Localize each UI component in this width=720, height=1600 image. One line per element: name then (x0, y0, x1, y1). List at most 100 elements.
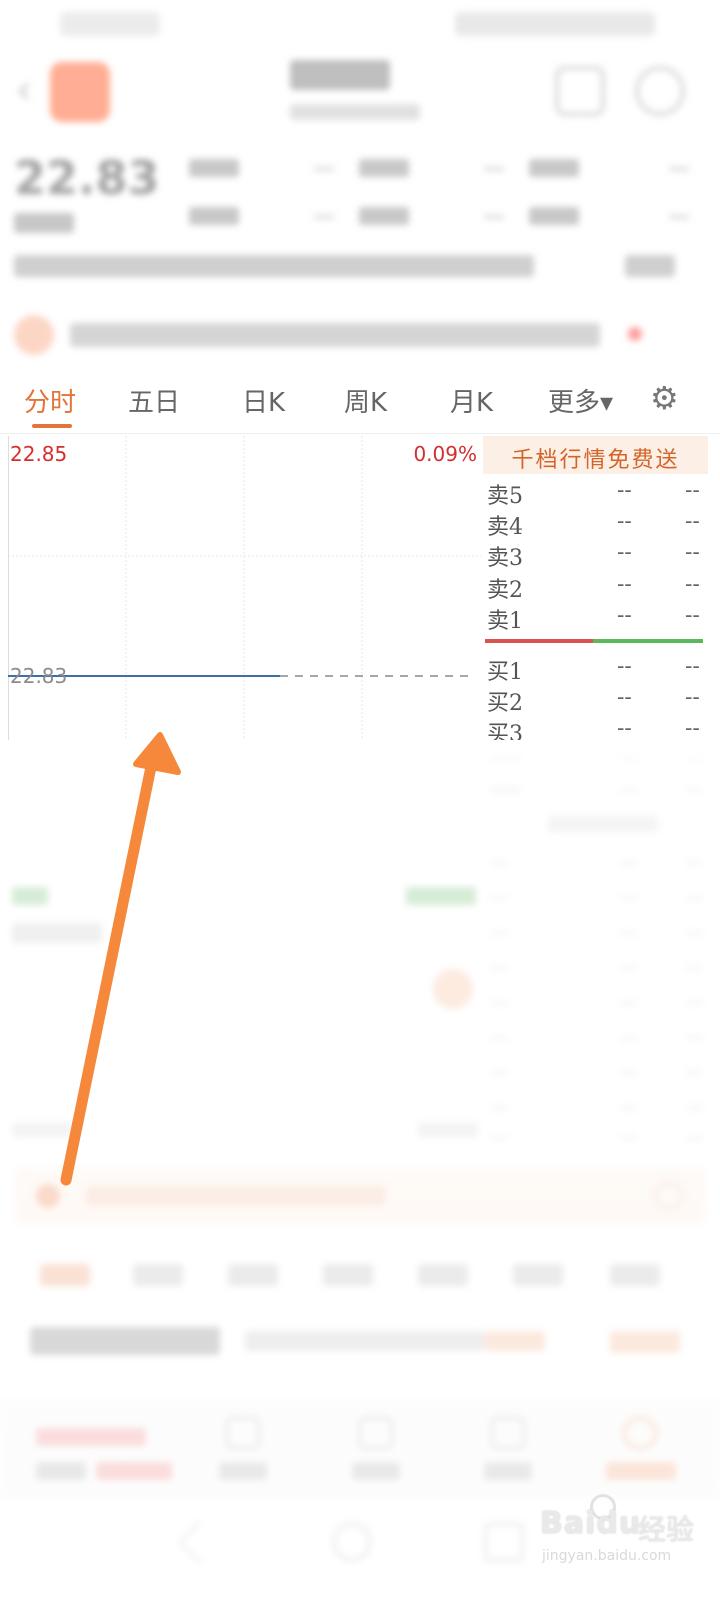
ask-volume: -- (685, 572, 700, 597)
time-start-label (12, 1123, 72, 1137)
ask-price: -- (617, 478, 632, 503)
ask-volume: -- (685, 540, 700, 565)
tab-daily-k[interactable]: 日K (242, 382, 285, 419)
status-bar (0, 0, 720, 50)
ask-price: -- (617, 540, 632, 565)
header: ‹ (0, 50, 720, 140)
chevron-right-icon (654, 1182, 684, 1210)
news-dot (628, 327, 642, 341)
ask-label: 卖2 (487, 578, 523, 603)
info-highlight (485, 1331, 545, 1351)
order-book: 千档行情免费送 卖5 -- -- 卖4 -- -- 卖3 -- -- 卖2 --… (483, 436, 708, 1151)
share-icon[interactable] (555, 66, 605, 116)
bottom-action-item[interactable] (348, 1416, 404, 1486)
watermark-brand: Baidu (540, 1506, 642, 1541)
intraday-chart[interactable]: 22.85 0.09% 22.83 (8, 436, 481, 751)
draw-tool-icon[interactable] (433, 969, 473, 1009)
tab-info[interactable] (418, 1264, 468, 1286)
tab-info[interactable] (228, 1264, 278, 1286)
ask-label: 卖1 (487, 609, 523, 634)
ask-row: 卖5 -- -- (487, 478, 707, 509)
action-icon (490, 1416, 526, 1450)
action-icon (622, 1416, 658, 1450)
pct-high-label: 0.09% (413, 442, 477, 466)
gear-icon[interactable]: ⚙ (650, 382, 679, 414)
tab-info[interactable] (610, 1264, 660, 1286)
bottom-action-item[interactable] (480, 1416, 536, 1486)
tab-intraday[interactable]: 分时 (24, 382, 76, 419)
time-end-label (418, 1123, 478, 1137)
bottom-action-item[interactable] (215, 1416, 271, 1486)
volume-label (12, 923, 102, 943)
ask-row: 卖4 -- -- (487, 509, 707, 540)
tab-five-day[interactable]: 五日 (128, 382, 180, 419)
tab-weekly-k[interactable]: 周K (344, 382, 387, 419)
news-icon (14, 315, 54, 355)
trade-detail-label[interactable] (548, 816, 658, 832)
ask-price: -- (617, 509, 632, 534)
ask-label: 卖5 (487, 484, 523, 509)
info-title (30, 1327, 220, 1355)
app-logo (50, 62, 110, 122)
volume-chart[interactable] (8, 751, 481, 1151)
info-tab-bar (0, 1250, 720, 1300)
info-desc (245, 1331, 485, 1351)
action-icon (358, 1416, 394, 1450)
bid-ask-divider (485, 639, 703, 643)
index-price (36, 1428, 146, 1446)
watermark-url: jingyan.baidu.com (542, 1548, 672, 1564)
tab-info[interactable] (323, 1264, 373, 1286)
tab-info[interactable] (513, 1264, 563, 1286)
ask-volume: -- (685, 509, 700, 534)
stat-row (14, 159, 704, 179)
news-text (70, 323, 600, 347)
tab-more[interactable]: 更多▾ (548, 382, 613, 419)
order-book-faded (483, 726, 708, 1151)
ask-row: 卖2 -- -- (487, 572, 707, 603)
promo-text: 千档行情免费送 (511, 448, 680, 473)
price-mid-label: 22.83 (10, 664, 68, 688)
tab-info-active[interactable] (40, 1264, 90, 1286)
low-pct-label (406, 887, 476, 905)
watermark: Baidu 经验 jingyan.baidu.com (540, 1494, 710, 1574)
ask-volume: -- (685, 478, 700, 503)
chart-grid (8, 436, 481, 751)
battery-time-status (455, 12, 655, 36)
price-high-label: 22.85 (10, 442, 68, 466)
megaphone-icon (36, 1184, 60, 1208)
info-action[interactable] (610, 1331, 680, 1353)
quote-summary: 22.83 (0, 145, 720, 295)
bid-price: -- (617, 654, 632, 679)
tab-info[interactable] (133, 1264, 183, 1286)
tab-monthly-k[interactable]: 月K (450, 382, 493, 419)
ask-price: -- (617, 572, 632, 597)
bid-volume: -- (685, 654, 700, 679)
ask-label: 卖4 (487, 515, 523, 540)
action-icon (225, 1416, 261, 1450)
bid-volume: -- (685, 685, 700, 710)
nav-back-icon[interactable] (177, 1519, 223, 1565)
stock-code (290, 104, 420, 120)
nav-home-icon[interactable] (332, 1522, 372, 1562)
bid-row: 买2 -- -- (487, 685, 707, 716)
stat-more[interactable] (625, 255, 675, 277)
bid-label: 买2 (487, 691, 523, 716)
bid-price: -- (617, 685, 632, 710)
ask-row: 卖3 -- -- (487, 540, 707, 571)
activity-banner[interactable] (14, 1168, 706, 1224)
info-row[interactable] (0, 1315, 720, 1365)
promo-banner[interactable]: 千档行情免费送 (483, 436, 708, 474)
search-icon[interactable] (635, 66, 685, 116)
banner-text (86, 1186, 386, 1206)
ask-label: 卖3 (487, 546, 523, 571)
bid-row: 买1 -- -- (487, 654, 707, 685)
stock-name (290, 60, 390, 90)
back-icon[interactable]: ‹ (16, 70, 32, 110)
tab-active-indicator (32, 424, 72, 428)
bottom-action-item[interactable] (606, 1416, 676, 1486)
signal-status (60, 12, 160, 36)
news-strip[interactable] (0, 305, 720, 365)
ask-row: 卖1 -- -- (487, 603, 707, 634)
bid-label: 买1 (487, 660, 523, 685)
nav-recent-icon[interactable] (484, 1522, 524, 1562)
